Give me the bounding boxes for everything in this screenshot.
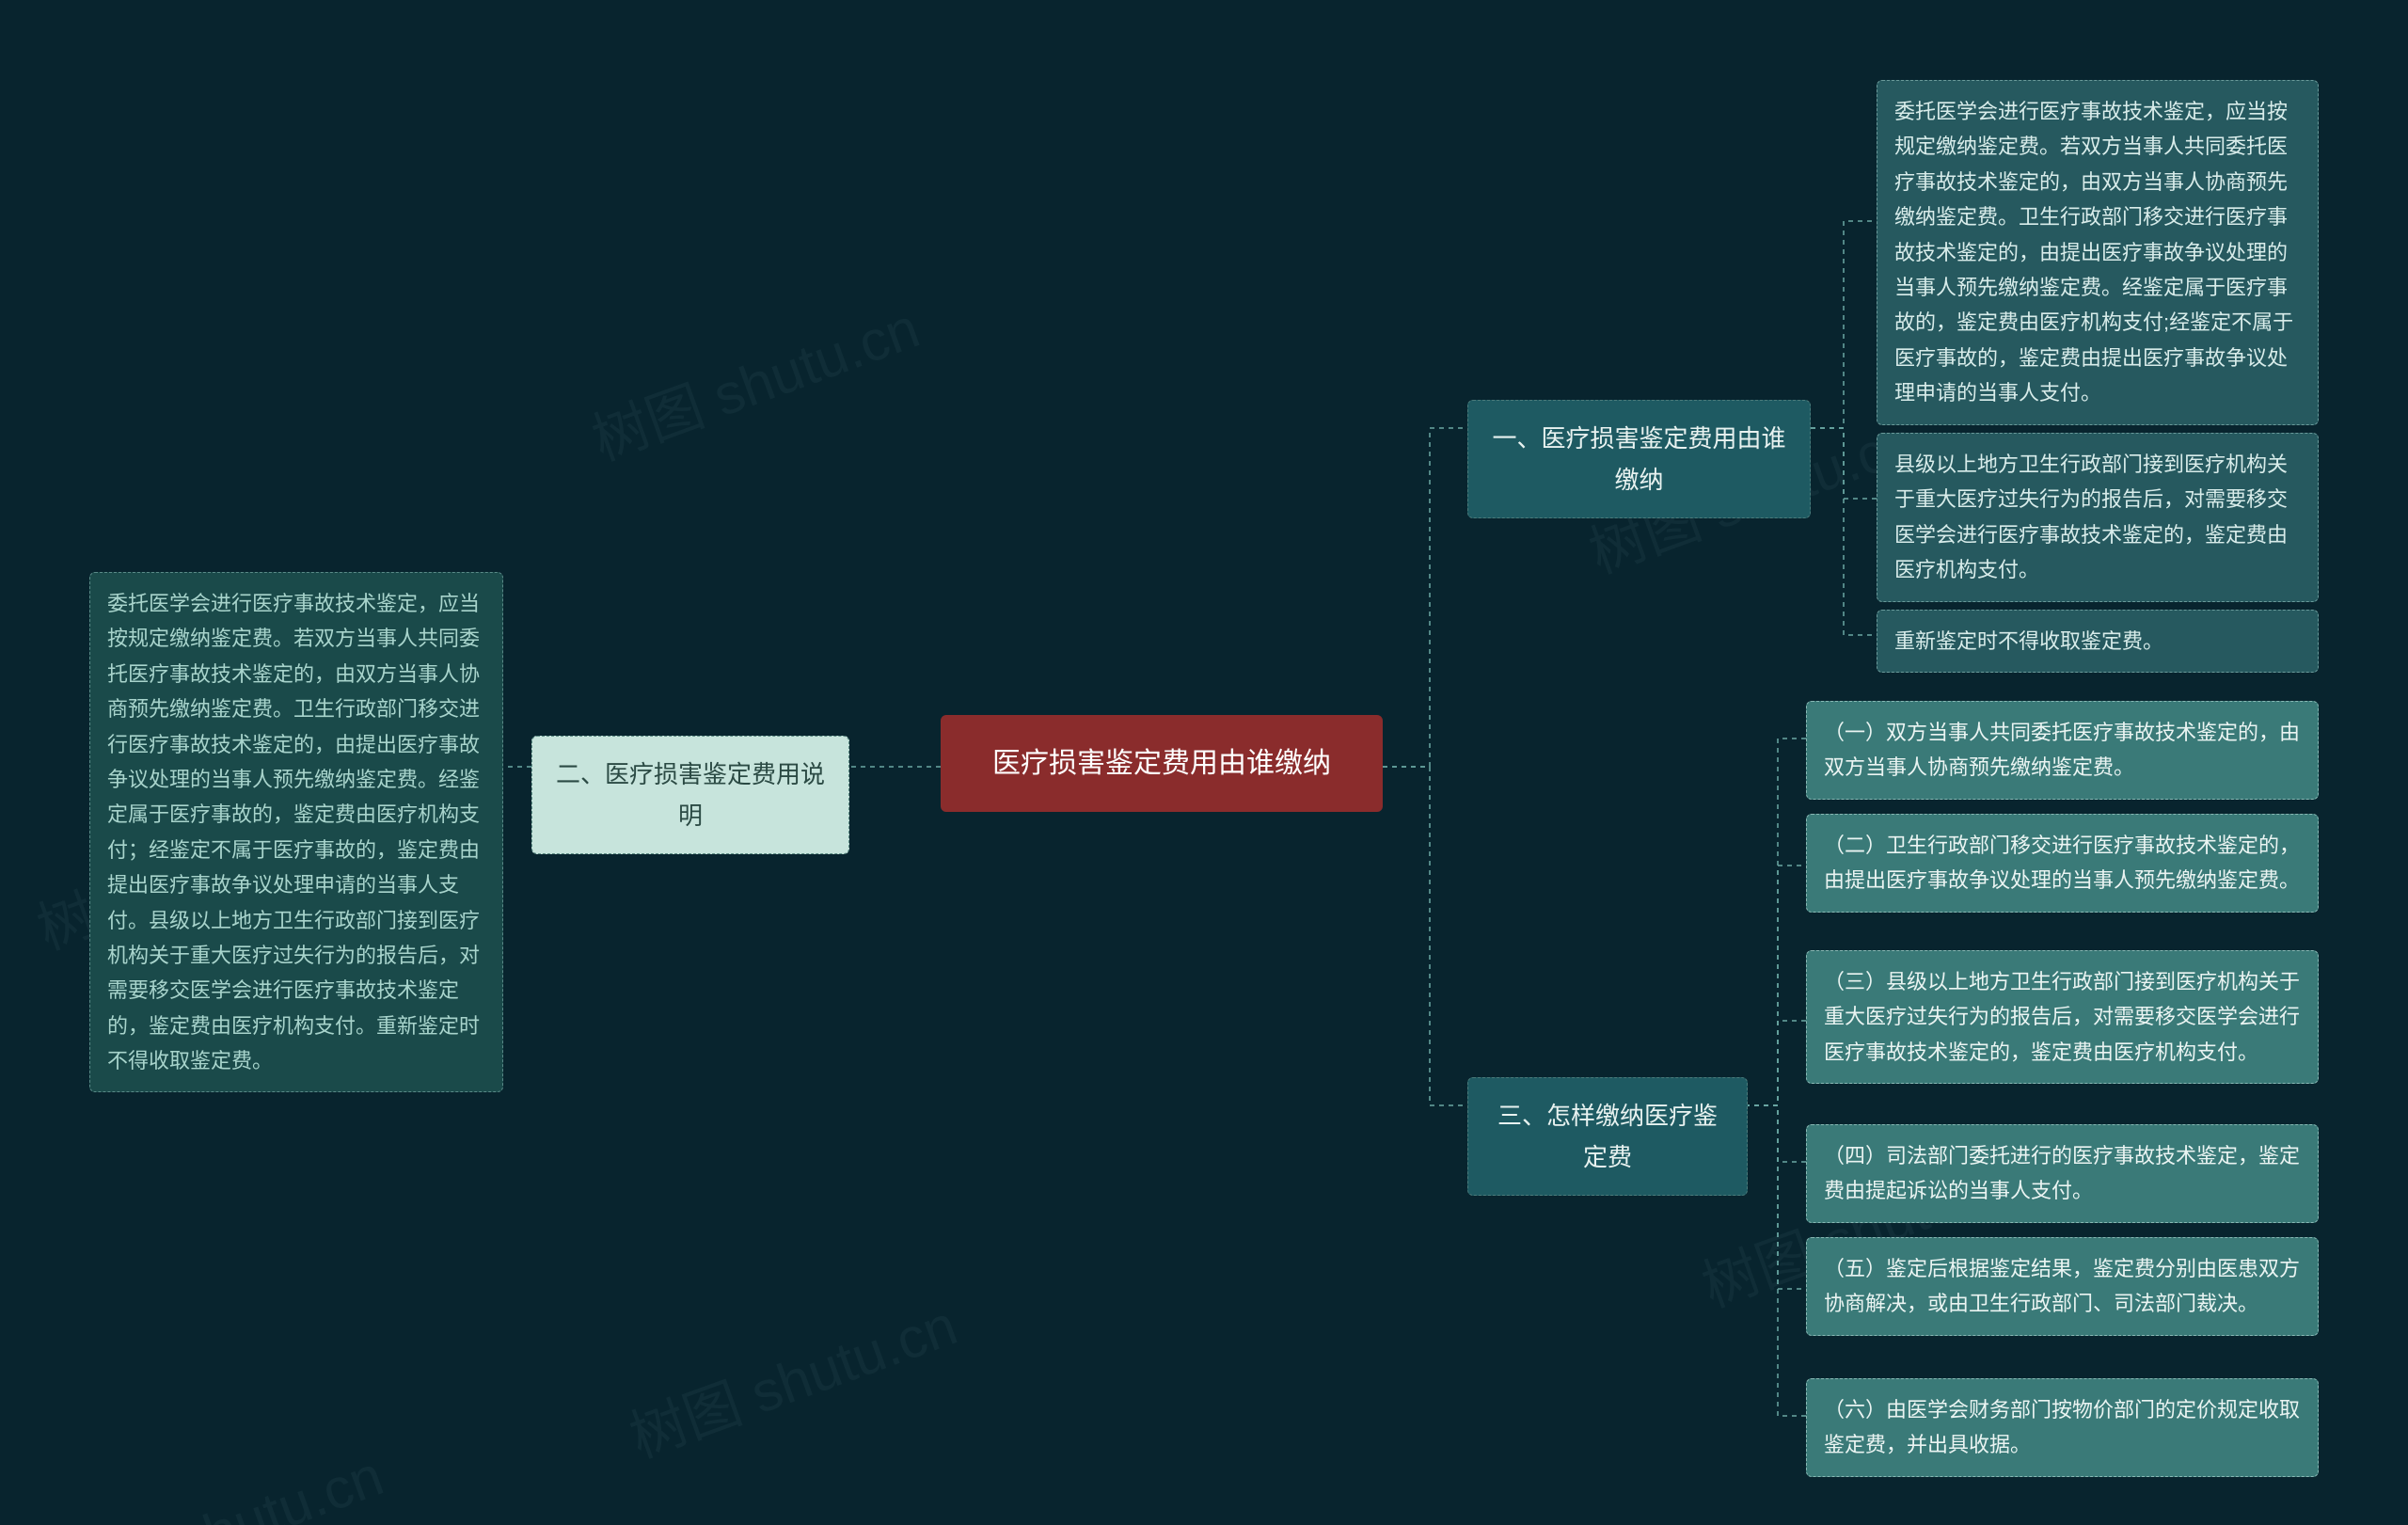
branch-2-leaf-5: （六）由医学会财务部门按物价部门的定价规定收取鉴定费，并出具收据。 — [1806, 1378, 2319, 1477]
leaf-left-text: 委托医学会进行医疗事故技术鉴定，应当按规定缴纳鉴定费。若双方当事人共同委托医疗事… — [107, 592, 480, 1072]
branch-1-title: 一、医疗损害鉴定费用由谁缴纳 — [1492, 424, 1785, 494]
branch-1-leaf-1: 县级以上地方卫生行政部门接到医疗机构关于重大医疗过失行为的报告后，对需要移交医学… — [1877, 433, 2319, 602]
branch-2: 三、怎样缴纳医疗鉴定费 — [1467, 1077, 1748, 1196]
branch-1-leaf-2: 重新鉴定时不得收取鉴定费。 — [1877, 610, 2319, 673]
leaf-text: 重新鉴定时不得收取鉴定费。 — [1894, 629, 2163, 653]
root-node: 医疗损害鉴定费用由谁缴纳 — [941, 715, 1383, 812]
leaf-text: 县级以上地方卫生行政部门接到医疗机构关于重大医疗过失行为的报告后，对需要移交医学… — [1894, 453, 2288, 581]
branch-2-leaf-3: （四）司法部门委托进行的医疗事故技术鉴定，鉴定费由提起诉讼的当事人支付。 — [1806, 1124, 2319, 1223]
root-title: 医疗损害鉴定费用由谁缴纳 — [992, 748, 1331, 779]
branch-2-title: 三、怎样缴纳医疗鉴定费 — [1497, 1102, 1718, 1171]
branch-1-leaf-0: 委托医学会进行医疗事故技术鉴定，应当按规定缴纳鉴定费。若双方当事人共同委托医疗事… — [1877, 80, 2319, 425]
branch-2-leaf-0: （一）双方当事人共同委托医疗事故技术鉴定的，由双方当事人协商预先缴纳鉴定费。 — [1806, 701, 2319, 800]
leaf-text: （六）由医学会财务部门按物价部门的定价规定收取鉴定费，并出具收据。 — [1824, 1398, 2300, 1456]
branch-1: 一、医疗损害鉴定费用由谁缴纳 — [1467, 400, 1811, 518]
leaf-text: （四）司法部门委托进行的医疗事故技术鉴定，鉴定费由提起诉讼的当事人支付。 — [1824, 1144, 2300, 1202]
watermark: 树图 shutu.cn — [579, 282, 928, 476]
leaf-text: （三）县级以上地方卫生行政部门接到医疗机构关于重大医疗过失行为的报告后，对需要移… — [1824, 970, 2300, 1064]
leaf-text: （二）卫生行政部门移交进行医疗事故技术鉴定的，由提出医疗事故争议处理的当事人预先… — [1824, 834, 2300, 892]
watermark: 树图 shutu.cn — [43, 1430, 392, 1525]
branch-left: 二、医疗损害鉴定费用说明 — [531, 736, 849, 854]
leaf-text: （五）鉴定后根据鉴定结果，鉴定费分别由医患双方协商解决，或由卫生行政部门、司法部… — [1824, 1257, 2300, 1315]
branch-left-title: 二、医疗损害鉴定费用说明 — [556, 760, 825, 830]
leaf-text: 委托医学会进行医疗事故技术鉴定，应当按规定缴纳鉴定费。若双方当事人共同委托医疗事… — [1894, 100, 2293, 405]
watermark: 树图 shutu.cn — [617, 1279, 966, 1473]
branch-2-leaf-4: （五）鉴定后根据鉴定结果，鉴定费分别由医患双方协商解决，或由卫生行政部门、司法部… — [1806, 1237, 2319, 1336]
branch-2-leaf-2: （三）县级以上地方卫生行政部门接到医疗机构关于重大医疗过失行为的报告后，对需要移… — [1806, 950, 2319, 1084]
leaf-text: （一）双方当事人共同委托医疗事故技术鉴定的，由双方当事人协商预先缴纳鉴定费。 — [1824, 721, 2300, 779]
branch-2-leaf-1: （二）卫生行政部门移交进行医疗事故技术鉴定的，由提出医疗事故争议处理的当事人预先… — [1806, 814, 2319, 913]
leaf-left: 委托医学会进行医疗事故技术鉴定，应当按规定缴纳鉴定费。若双方当事人共同委托医疗事… — [89, 572, 503, 1092]
